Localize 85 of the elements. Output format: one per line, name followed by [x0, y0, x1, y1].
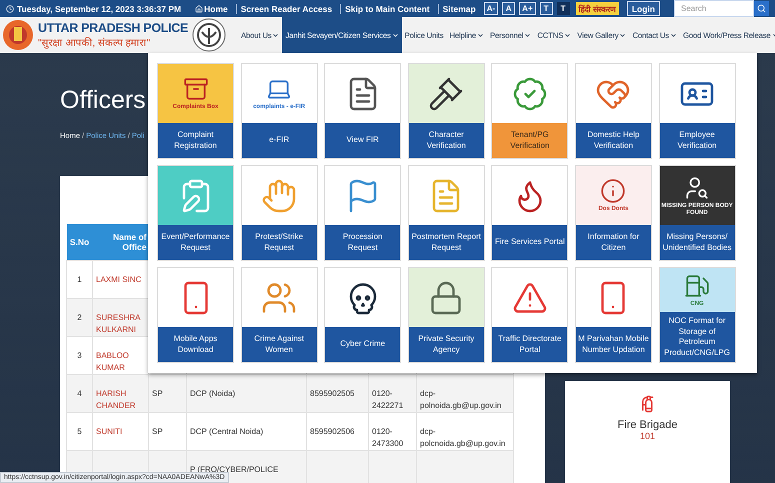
tile-label: Tenant/PG Verification [492, 123, 568, 158]
tile-label: Fire Services Portal [492, 225, 568, 260]
table-cell: DCP (Noida) [186, 374, 306, 412]
service-tile[interactable]: Mobile Apps Download [157, 267, 234, 363]
table-cell: DCP (Central Noida) [186, 412, 306, 450]
service-tile[interactable]: M Parivahan Mobile Number Updation [574, 267, 652, 363]
service-tile[interactable]: Private Security Agency [408, 267, 485, 363]
text-size-button[interactable]: A+ [519, 2, 536, 15]
tile-label: Procession Request [325, 225, 400, 260]
tile-label: Character Verification [408, 123, 484, 158]
tile-label: Protest/Strike Request [242, 225, 317, 260]
gavel-icon [428, 76, 464, 112]
service-tile[interactable]: Character Verification [408, 63, 485, 159]
service-tile[interactable]: Employee Verification [658, 63, 736, 159]
search-icon [757, 4, 766, 13]
slogan: "सुरक्षा आपकी, संकल्प हमारा" [38, 36, 152, 49]
table-cell: SURESHRA KULKARNI [92, 298, 148, 336]
missing-person-icon [684, 174, 710, 201]
top-link[interactable]: Sitemap [438, 4, 480, 14]
tile-label: Postmortem Report Request [408, 225, 484, 260]
table-cell: HARISH CHANDER [92, 374, 148, 412]
service-tile[interactable]: Fire Services Portal [491, 165, 568, 261]
home-icon [195, 4, 204, 12]
text-size-button[interactable]: T [540, 2, 553, 15]
table-cell: 0120-2473300 [368, 412, 416, 450]
text-size-button[interactable]: A- [484, 2, 498, 15]
service-tile[interactable]: Event/Performance Request [157, 165, 234, 261]
column-header: S.No [66, 224, 92, 260]
tile-label: Event/Performance Request [158, 225, 233, 260]
tile-label: View FIR [325, 123, 400, 158]
table-cell: BABLOO KUMAR [92, 336, 148, 374]
home-link[interactable]: Home [191, 4, 232, 14]
date-time: Tuesday, September 12, 2023 3:36:37 PM [6, 4, 182, 14]
table-cell: 1 [66, 260, 92, 298]
service-tile[interactable]: Traffic Directorate Portal [491, 267, 568, 363]
helpline-title: Fire Brigade [618, 419, 678, 431]
table-cell: 2 [66, 298, 92, 336]
service-tile[interactable]: Domestic Help Verification [574, 63, 652, 159]
tile-label: Cyber Crime [325, 327, 400, 362]
table-cell: 5 [66, 412, 92, 450]
table-cell: dcp-polcnoida.gb@up.gov.in [416, 412, 514, 450]
language-button[interactable]: हिंदी संस्करण [576, 2, 619, 15]
text-size-button[interactable]: T [556, 2, 570, 15]
service-tile[interactable]: Crime Against Women [240, 267, 318, 363]
helpline-number: 101 [640, 431, 656, 441]
tile-label: NOC Format for Storage of Petroleum Product/CNG/LPG [660, 312, 735, 362]
service-tile[interactable]: Postmortem Report Request [408, 165, 485, 261]
table-cell: SP [148, 374, 186, 412]
table-cell: LAXMI SINC [92, 260, 148, 298]
table-cell: 8595902506 [306, 412, 368, 450]
table-cell: 4 [66, 374, 92, 412]
service-tile[interactable]: Cyber Crime [324, 267, 402, 363]
tile-label: Information for Citizen [576, 225, 651, 260]
top-link[interactable]: Skip to Main Content [340, 4, 434, 14]
table-cell: 8595902505 [306, 374, 368, 412]
site-title: UTTAR PRADESH POLICE [38, 21, 188, 35]
clock-icon [6, 4, 14, 12]
search-field[interactable]: Search [674, 0, 754, 17]
service-tile[interactable]: View FIR [324, 63, 402, 159]
police-emblem-icon [2, 17, 34, 53]
top-link[interactable]: Screen Reader Access [236, 4, 336, 14]
tile-label: Missing Persons/ Unidentified Bodies [660, 225, 735, 260]
verified-stamp-icon [512, 76, 548, 112]
tile-label: Mobile Apps Download [158, 327, 233, 362]
login-button[interactable]: Login [626, 1, 660, 16]
table-cell: SP [148, 412, 186, 450]
tile-label: Employee Verification [660, 123, 735, 158]
tile-label: Complaint Registration [158, 123, 233, 158]
table-cell: 3 [66, 336, 92, 374]
tile-label: e-FIR [242, 123, 317, 158]
service-tile[interactable]: Tenant/PG Verification [491, 63, 568, 159]
tile-label: Traffic Directorate Portal [492, 327, 568, 362]
service-tile[interactable]: Procession Request [324, 165, 402, 261]
service-tile[interactable]: Protest/Strike Request [240, 165, 318, 261]
table-cell: dcp-polnoida.gb@up.gov.in [416, 374, 514, 412]
search-button[interactable] [754, 1, 769, 16]
tile-label: Private Security Agency [408, 327, 484, 362]
table-cell: 0120-2422271 [368, 374, 416, 412]
tile-label: Crime Against Women [242, 327, 317, 362]
column-header: Name of Office [92, 224, 148, 260]
table-cell: SUNITI [92, 412, 148, 450]
text-size-button[interactable]: A [502, 2, 516, 15]
tile-label: Domestic Help Verification [576, 123, 651, 158]
page-heading: Officers [60, 85, 146, 115]
tile-label: M Parivahan Mobile Number Updation [576, 327, 651, 362]
